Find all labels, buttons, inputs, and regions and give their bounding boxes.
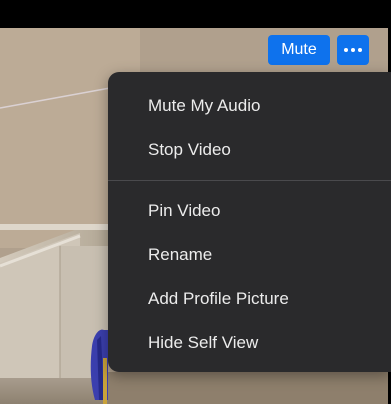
mute-button[interactable]: Mute: [268, 35, 330, 65]
ellipsis-icon: [358, 48, 362, 52]
menu-item-pin-video[interactable]: Pin Video: [108, 189, 391, 233]
ellipsis-icon: [344, 48, 348, 52]
menu-item-mute-my-audio[interactable]: Mute My Audio: [108, 84, 391, 128]
context-menu: Mute My Audio Stop Video Pin Video Renam…: [108, 72, 391, 372]
zoom-window: Mute Mute My Audio Stop Video Pin Video …: [0, 0, 391, 404]
menu-divider: [108, 180, 391, 181]
menu-item-add-profile-picture[interactable]: Add Profile Picture: [108, 277, 391, 321]
menu-item-stop-video[interactable]: Stop Video: [108, 128, 391, 172]
menu-item-hide-self-view[interactable]: Hide Self View: [108, 321, 391, 365]
menu-item-rename[interactable]: Rename: [108, 233, 391, 277]
ellipsis-icon: [351, 48, 355, 52]
more-options-button[interactable]: [337, 35, 369, 65]
